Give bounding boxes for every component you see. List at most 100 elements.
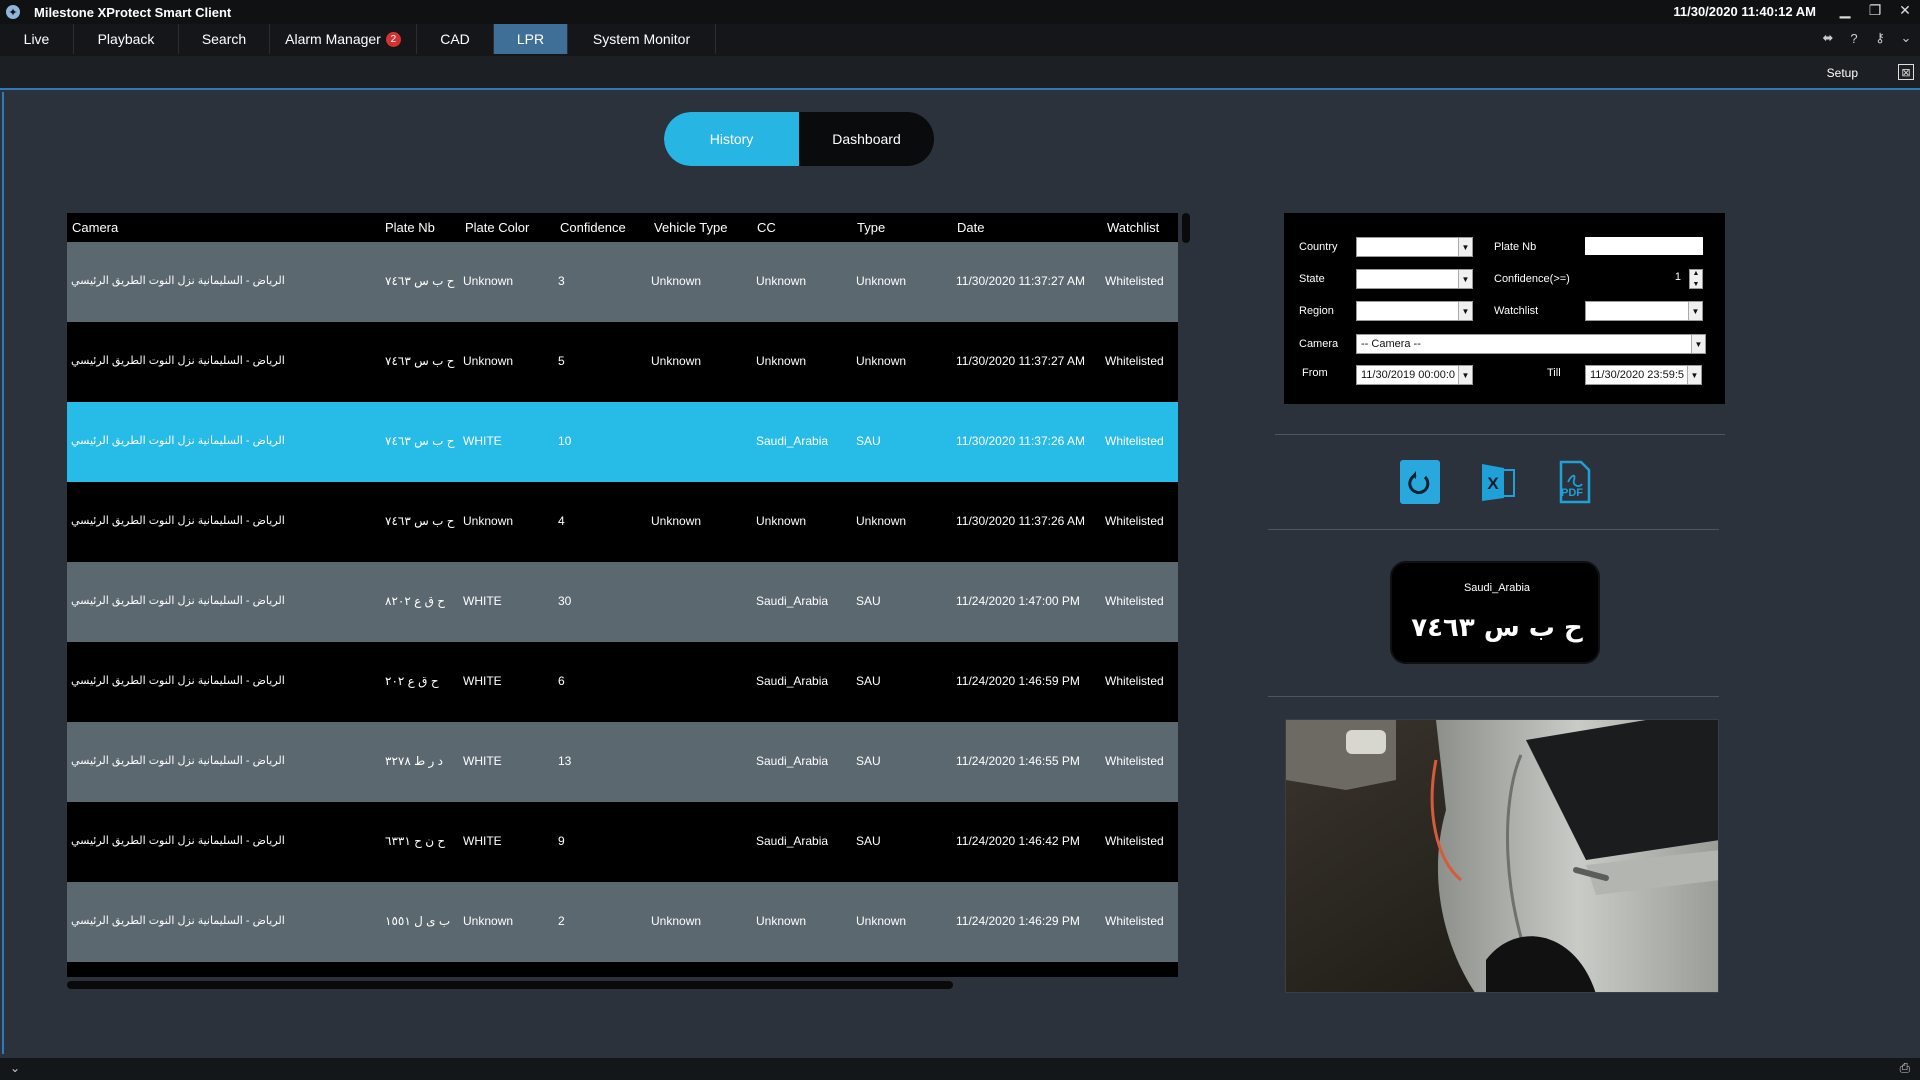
cell-cc: Saudi_Arabia: [756, 834, 829, 848]
table-row[interactable]: الرياض - السليمانية نزل النوت الطريق الر…: [67, 242, 1178, 322]
cell-confidence: 4: [558, 514, 565, 528]
cell-watchlist: Whitelisted: [1105, 754, 1164, 768]
vehicle-snapshot: [1285, 719, 1719, 993]
confidence-stepper[interactable]: 1 ▲ ▼: [1585, 269, 1703, 289]
export-pdf-button[interactable]: PDF: [1555, 460, 1595, 504]
table-row[interactable]: الرياض - السليمانية نزل النوت الطريق الر…: [67, 402, 1178, 482]
country-select[interactable]: ▼: [1356, 237, 1473, 257]
col-watchlist[interactable]: Watchlist: [1107, 220, 1159, 235]
state-select[interactable]: ▼: [1356, 269, 1473, 289]
region-select[interactable]: ▼: [1356, 301, 1473, 321]
table-row[interactable]: الرياض - السليمانية نزل النوت الطريق الر…: [67, 802, 1178, 882]
cell-type: SAU: [856, 834, 881, 848]
till-date-value: 11/30/2020 23:59:5: [1590, 369, 1684, 381]
table-row[interactable]: الرياض - السليمانية نزل النوت الطريق الر…: [67, 482, 1178, 562]
cell-cc: Saudi_Arabia: [756, 434, 829, 448]
confidence-label: Confidence(>=): [1494, 273, 1570, 285]
col-plate[interactable]: Plate Nb: [385, 220, 435, 235]
table-row[interactable]: الرياض - السليمانية نزل النوت الطريق الر…: [67, 562, 1178, 642]
cell-camera: الرياض - السليمانية نزل النوت الطريق الر…: [71, 915, 285, 927]
history-tab[interactable]: History: [664, 112, 799, 166]
chevron-down-icon: ▼: [1458, 270, 1472, 288]
tab-search[interactable]: Search: [179, 24, 270, 54]
cell-date: 11/30/2020 11:37:26 AM: [956, 434, 1085, 448]
milestone-logo-icon: ✦: [6, 5, 20, 19]
col-plate-color[interactable]: Plate Color: [465, 220, 529, 235]
col-date[interactable]: Date: [957, 220, 984, 235]
cell-plate: ح ن ح ٦٣٣١: [385, 834, 446, 848]
cell-color: WHITE: [463, 434, 502, 448]
view-switcher: History Dashboard: [664, 112, 934, 166]
close-icon[interactable]: ✕: [1890, 0, 1920, 20]
till-label: Till: [1547, 367, 1561, 379]
cell-vehicle: Unknown: [651, 354, 702, 368]
excel-icon: X: [1482, 464, 1515, 501]
connect-icon[interactable]: ⬌: [1820, 30, 1836, 46]
camera-select[interactable]: -- Camera -- ▼: [1356, 334, 1706, 354]
country-label: Country: [1299, 241, 1338, 253]
print-icon[interactable]: ⎙: [1900, 1060, 1910, 1076]
table-row[interactable]: الرياض - السليمانية نزل النوت الطريق الر…: [67, 322, 1178, 402]
maximize-icon[interactable]: ⊠: [1898, 64, 1914, 80]
horizontal-scrollbar[interactable]: [67, 981, 953, 989]
from-date-picker[interactable]: 11/30/2019 00:00:0 ▼: [1356, 365, 1473, 385]
tab-live[interactable]: Live: [0, 24, 74, 54]
from-date-value: 11/30/2019 00:00:0: [1361, 369, 1455, 381]
watchlist-select[interactable]: ▼: [1585, 301, 1703, 321]
cell-cc: Saudi_Arabia: [756, 754, 829, 768]
chevron-down-icon[interactable]: ⌄: [10, 1061, 20, 1075]
menu-icons: ⬌ ? ⚷ ⌄: [1820, 30, 1914, 46]
tab-cad[interactable]: CAD: [417, 24, 494, 54]
export-excel-button[interactable]: X: [1478, 460, 1518, 504]
table-row[interactable]: الرياض - السليمانية نزل النوت الطريق الر…: [67, 642, 1178, 722]
dashboard-tab[interactable]: Dashboard: [799, 112, 934, 166]
chevron-down-icon[interactable]: ⌄: [1898, 30, 1914, 46]
help-icon[interactable]: ?: [1846, 30, 1862, 46]
plate-input[interactable]: [1585, 237, 1703, 255]
cell-color: Unknown: [463, 354, 514, 368]
refresh-button[interactable]: [1400, 460, 1440, 504]
col-vehicle-type[interactable]: Vehicle Type: [654, 220, 727, 235]
tab-playback[interactable]: Playback: [74, 24, 179, 54]
cell-cc: Unknown: [756, 274, 807, 288]
tab-lpr[interactable]: LPR: [494, 24, 568, 54]
cell-plate: د ر ط ٣٢٧٨: [385, 754, 444, 768]
cell-type: SAU: [856, 434, 881, 448]
col-camera[interactable]: Camera: [72, 220, 118, 235]
col-confidence[interactable]: Confidence: [560, 220, 626, 235]
cell-type: SAU: [856, 674, 881, 688]
minimize-icon[interactable]: ▁: [1830, 0, 1860, 20]
cell-watchlist: Whitelisted: [1105, 594, 1164, 608]
setup-button[interactable]: Setup: [1827, 66, 1858, 80]
pdf-label: PDF: [1561, 487, 1583, 499]
svg-text:X: X: [1487, 474, 1499, 493]
cell-confidence: 6: [558, 674, 565, 688]
status-bar: ⌄ ⎙: [0, 1058, 1920, 1080]
col-cc[interactable]: CC: [757, 220, 776, 235]
key-icon[interactable]: ⚷: [1872, 30, 1888, 46]
chevron-down-icon: ▼: [1458, 366, 1472, 384]
state-label: State: [1299, 273, 1325, 285]
table-row[interactable]: الرياض - السليمانية نزل النوت الطريق الر…: [67, 882, 1178, 962]
cell-color: WHITE: [463, 594, 502, 608]
cell-color: WHITE: [463, 834, 502, 848]
cell-plate: ح ب س ٧٤٦٣: [385, 514, 455, 528]
tab-system-monitor[interactable]: System Monitor: [568, 24, 716, 54]
chevron-down-icon: ▼: [1691, 335, 1705, 353]
workspace-toolbar: Setup ⊠: [0, 56, 1920, 90]
vertical-scrollbar[interactable]: [1182, 213, 1190, 243]
cell-type: Unknown: [856, 914, 907, 928]
till-date-picker[interactable]: 11/30/2020 23:59:5 ▼: [1585, 365, 1702, 385]
tab-label: Live: [23, 31, 50, 47]
cell-watchlist: Whitelisted: [1105, 354, 1164, 368]
lpr-history-table: Camera Plate Nb Plate Color Confidence V…: [67, 213, 1178, 977]
cell-date: 11/24/2020 1:46:29 PM: [956, 914, 1080, 928]
col-type[interactable]: Type: [857, 220, 885, 235]
cell-watchlist: Whitelisted: [1105, 674, 1164, 688]
cell-plate: ب ى ل ١٥٥١: [385, 914, 451, 928]
table-row[interactable]: الرياض - السليمانية نزل النوت الطريق الر…: [67, 722, 1178, 802]
restore-icon[interactable]: ❐: [1860, 0, 1890, 20]
chevron-down-icon: ▼: [1688, 302, 1702, 320]
stepper-arrows-icon[interactable]: ▲ ▼: [1689, 269, 1703, 289]
tab-alarm-manager[interactable]: Alarm Manager 2: [270, 24, 417, 54]
